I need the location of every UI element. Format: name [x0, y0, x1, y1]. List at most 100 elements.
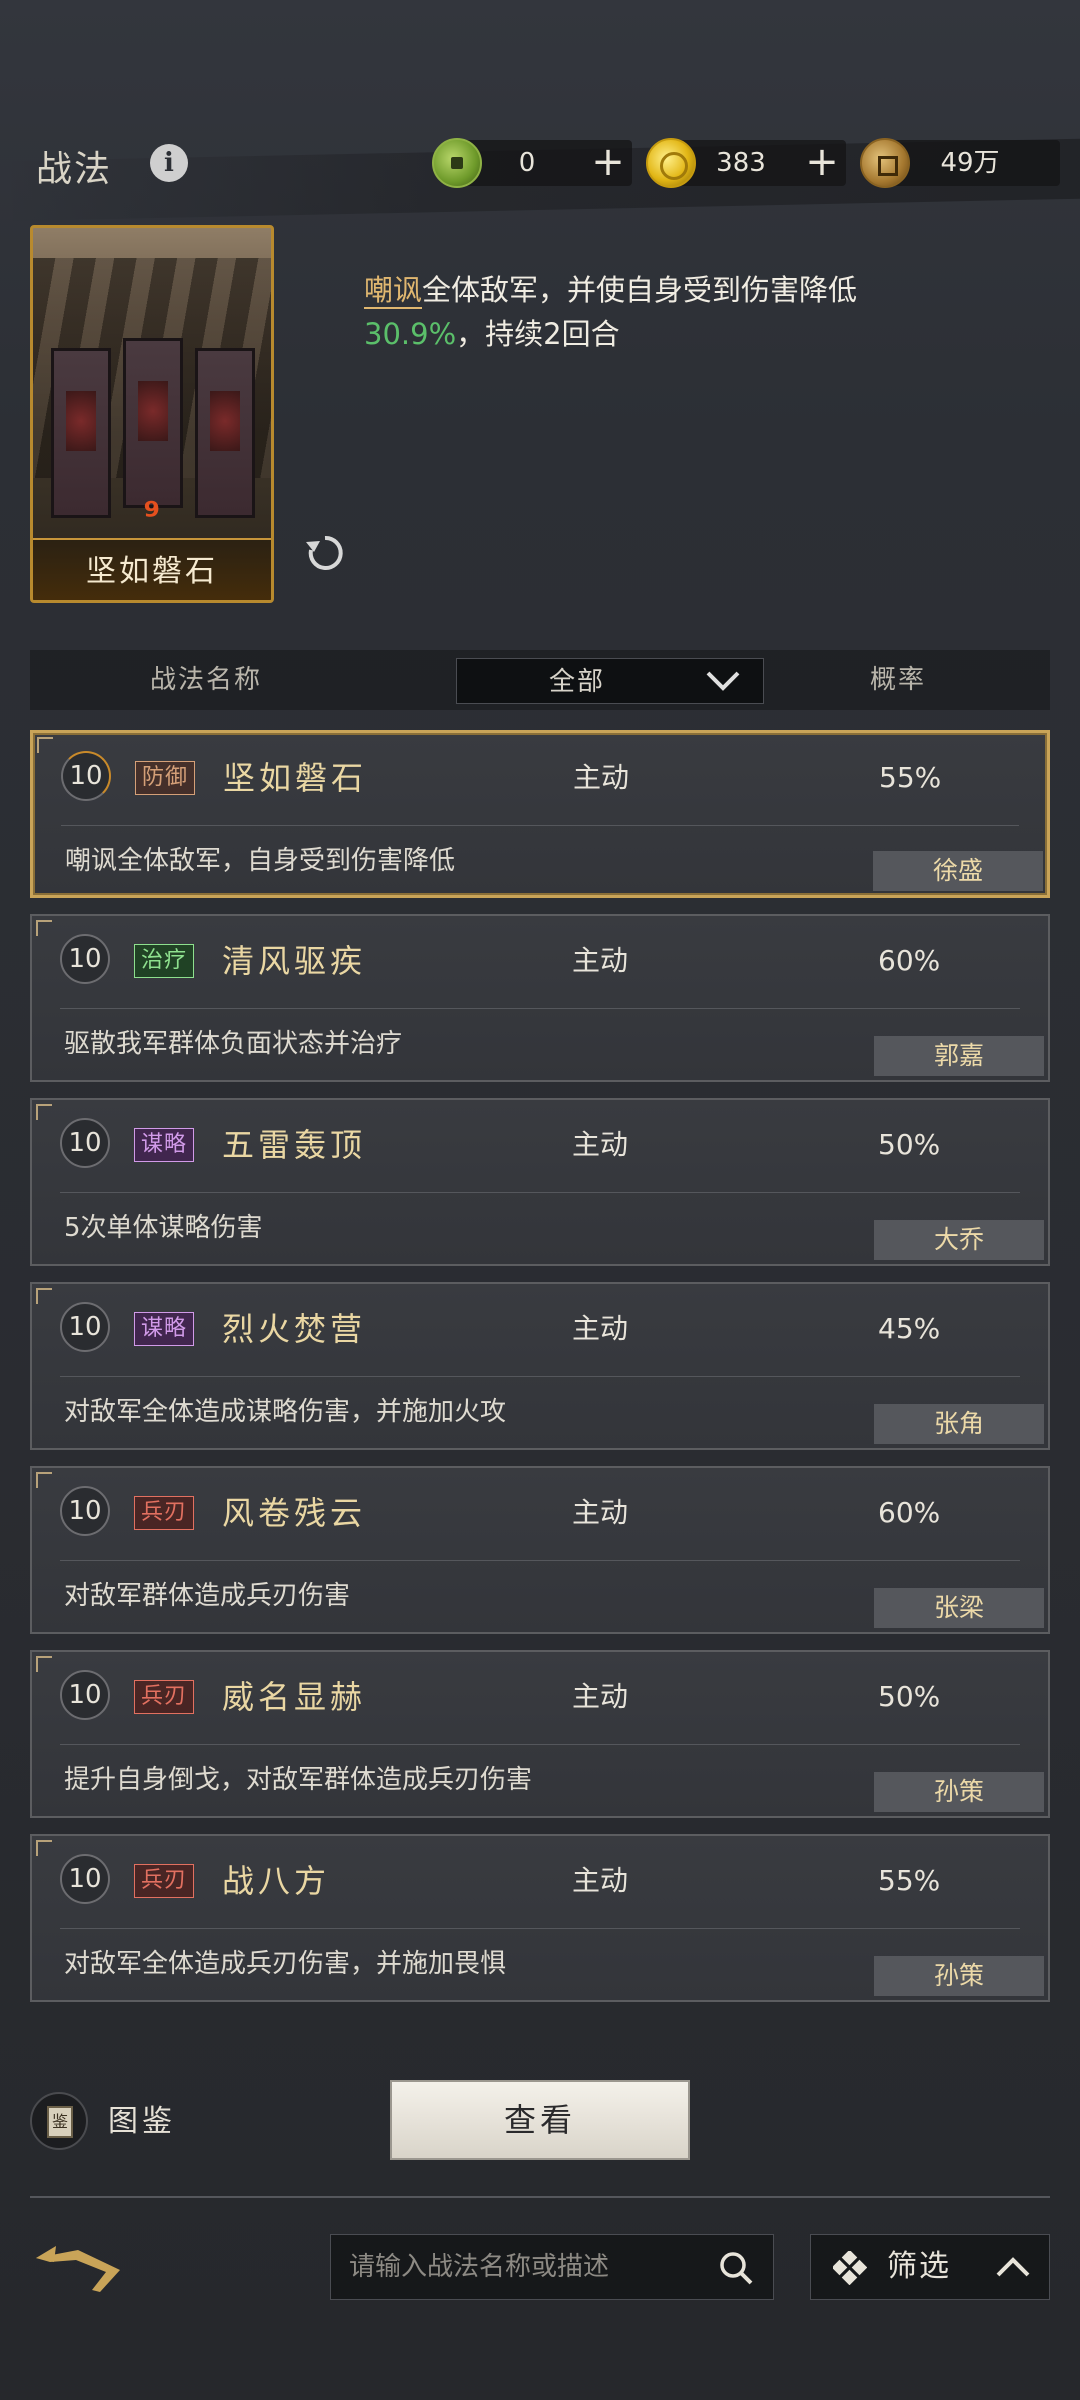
resource-copper: 49万	[860, 138, 1060, 188]
jade-coin-icon	[432, 138, 482, 188]
skill-effect: 5次单体谋略伤害	[64, 1213, 263, 1243]
skill-name: 清风驱疾	[222, 942, 367, 980]
skill-general-button[interactable]: 孙策	[874, 1956, 1044, 1996]
row-divider	[60, 1928, 1020, 1929]
skill-probability: 50%	[878, 1680, 941, 1713]
skill-type-tag: 兵刃	[134, 1864, 195, 1898]
jade-plus-button[interactable]: +	[588, 140, 628, 184]
skill-row[interactable]: 10 治疗 清风驱疾 主动 60% 驱散我军群体负面状态并治疗 郭嘉	[30, 914, 1050, 1082]
filter-button[interactable]: 筛选	[810, 2234, 1050, 2300]
skill-name: 烈火焚营	[222, 1310, 367, 1348]
search-bar	[330, 2234, 774, 2300]
skill-probability: 60%	[878, 1496, 941, 1529]
skill-type-tag: 治疗	[134, 944, 195, 978]
skill-type-tag: 谋略	[134, 1312, 195, 1346]
info-icon[interactable]: i	[150, 144, 188, 182]
skill-level-badge: 10	[60, 1302, 110, 1352]
skill-activation-type: 主动	[572, 1496, 629, 1529]
category-filter-select[interactable]: 全部	[456, 658, 764, 704]
skill-level-badge: 10	[60, 934, 110, 984]
jade-value: 0	[518, 148, 536, 178]
skill-level-badge: 10	[61, 751, 111, 801]
card-shield	[195, 348, 255, 518]
skill-activation-type: 主动	[573, 761, 630, 794]
skill-row[interactable]: 10 谋略 烈火焚营 主动 45% 对敌军全体造成谋略伤害，并施加火攻 张角	[30, 1282, 1050, 1450]
resource-jade: 0 +	[432, 138, 632, 188]
chevron-up-icon	[996, 2257, 1030, 2277]
skill-row[interactable]: 10 谋略 五雷轰顶 主动 50% 5次单体谋略伤害 大乔	[30, 1098, 1050, 1266]
skill-activation-type: 主动	[572, 1128, 629, 1161]
skill-general-button[interactable]: 大乔	[874, 1220, 1044, 1260]
skill-type-tag: 防御	[135, 761, 196, 795]
skill-type-tag: 兵刃	[134, 1496, 195, 1530]
skill-effect: 驱散我军群体负面状态并治疗	[64, 1029, 403, 1059]
atlas-label: 图鉴	[108, 2104, 176, 2139]
desc-text: 全体敌军，并使自身受到伤害降低	[422, 273, 858, 307]
skill-effect: 提升自身倒戈，对敌军群体造成兵刃伤害	[64, 1765, 533, 1795]
skill-general-button[interactable]: 郭嘉	[874, 1036, 1044, 1076]
skill-name: 战八方	[222, 1862, 331, 1900]
header-bar: 战法 i 0 + 383 + 49万	[0, 130, 1080, 200]
row-corner-ornament	[36, 1472, 52, 1488]
page-title: 战法	[36, 149, 113, 190]
gold-plus-button[interactable]: +	[802, 140, 842, 184]
skill-row[interactable]: 10 兵刃 战八方 主动 55% 对敌军全体造成兵刃伤害，并施加畏惧 孙策	[30, 1834, 1050, 2002]
row-corner-ornament	[37, 737, 53, 753]
skill-activation-type: 主动	[572, 1680, 629, 1713]
row-corner-ornament	[36, 1288, 52, 1304]
skill-row[interactable]: 10 兵刃 风卷残云 主动 60% 对敌军群体造成兵刃伤害 张梁	[30, 1466, 1050, 1634]
chevron-down-icon	[706, 671, 740, 691]
refresh-icon[interactable]	[302, 530, 348, 576]
skill-level-badge: 10	[60, 1670, 110, 1720]
skill-activation-type: 主动	[572, 944, 629, 977]
row-divider	[60, 1192, 1020, 1193]
skill-card[interactable]: ⁹ 坚如磐石	[30, 225, 274, 603]
category-filter-value: 全部	[548, 667, 605, 697]
skill-probability: 55%	[879, 761, 942, 794]
atlas-book-icon: 鉴	[30, 2092, 88, 2150]
skill-name: 威名显赫	[222, 1678, 367, 1716]
skill-general-button[interactable]: 徐盛	[873, 851, 1043, 891]
skill-general-button[interactable]: 张角	[874, 1404, 1044, 1444]
row-corner-ornament	[36, 1656, 52, 1672]
desc-number: 30.9%	[364, 317, 457, 351]
skill-name: 坚如磐石	[223, 759, 368, 797]
skill-probability: 60%	[878, 944, 941, 977]
skill-probability: 45%	[878, 1312, 941, 1345]
row-divider	[60, 1744, 1020, 1745]
skill-type-tag: 兵刃	[134, 1680, 195, 1714]
row-divider	[60, 1560, 1020, 1561]
col-probability: 概率	[870, 665, 927, 695]
card-quality-mark: ⁹	[143, 494, 161, 538]
skill-name: 五雷轰顶	[222, 1126, 367, 1164]
col-skill-name: 战法名称	[150, 665, 263, 695]
row-divider	[60, 1376, 1020, 1377]
view-button[interactable]: 查看	[390, 2080, 690, 2160]
skill-activation-type: 主动	[572, 1312, 629, 1345]
row-corner-ornament	[36, 1840, 52, 1856]
filter-icon	[833, 2251, 867, 2285]
skill-probability: 50%	[878, 1128, 941, 1161]
skill-level-badge: 10	[60, 1118, 110, 1168]
row-corner-ornament	[36, 920, 52, 936]
skill-general-button[interactable]: 孙策	[874, 1772, 1044, 1812]
filter-label: 筛选	[887, 2249, 951, 2284]
skill-effect: 嘲讽全体敌军，自身受到伤害降低	[65, 846, 456, 876]
skill-description: 嘲讽全体敌军，并使自身受到伤害降低 30.9%，持续2回合	[364, 268, 964, 356]
back-arrow-icon[interactable]	[30, 2240, 130, 2300]
desc-keyword: 嘲讽	[364, 273, 423, 309]
copper-value: 49万	[940, 148, 1000, 178]
skill-effect: 对敌军全体造成兵刃伤害，并施加畏惧	[64, 1949, 507, 1979]
skill-activation-type: 主动	[572, 1864, 629, 1897]
gold-value: 383	[716, 148, 766, 178]
skill-row[interactable]: 10 兵刃 威名显赫 主动 50% 提升自身倒戈，对敌军群体造成兵刃伤害 孙策	[30, 1650, 1050, 1818]
search-icon[interactable]	[717, 2249, 755, 2287]
skill-general-button[interactable]: 张梁	[874, 1588, 1044, 1628]
resource-gold: 383 +	[646, 138, 846, 188]
row-divider	[60, 1008, 1020, 1009]
skill-type-tag: 谋略	[134, 1128, 195, 1162]
search-input[interactable]	[349, 2235, 689, 2299]
skill-row[interactable]: 10 防御 坚如磐石 主动 55% 嘲讽全体敌军，自身受到伤害降低 徐盛	[30, 730, 1050, 898]
row-divider	[61, 825, 1019, 826]
row-corner-ornament	[36, 1104, 52, 1120]
